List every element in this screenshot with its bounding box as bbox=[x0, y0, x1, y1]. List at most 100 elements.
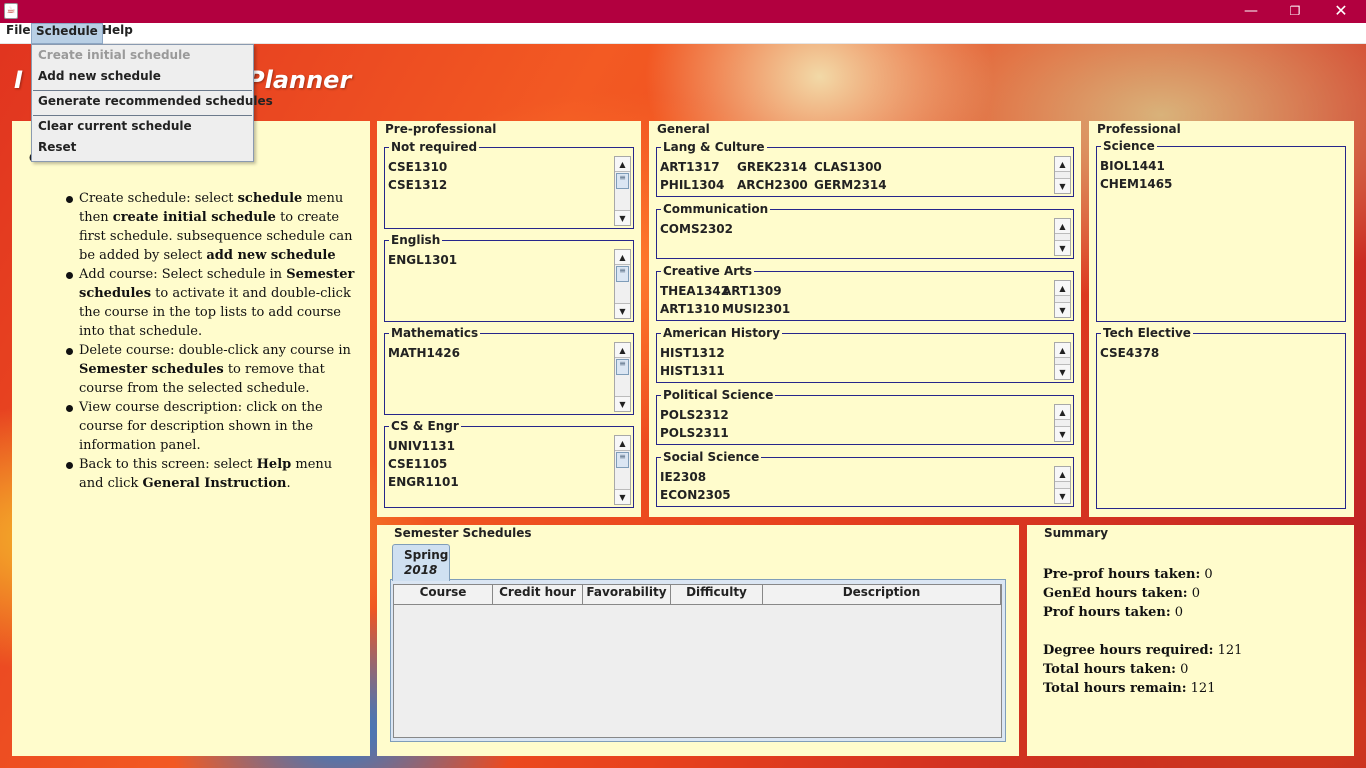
instruction-item: Back to this screen: select Help menu an… bbox=[66, 455, 356, 493]
vertical-scrollbar[interactable]: ▲ ▼ bbox=[1054, 280, 1071, 318]
prof-hours: Prof hours taken: 0 bbox=[1043, 605, 1184, 620]
scroll-thumb[interactable]: ≡ bbox=[616, 359, 629, 375]
scroll-down-icon[interactable]: ▼ bbox=[1055, 488, 1070, 503]
course-item[interactable]: ENGL1301 bbox=[388, 253, 457, 267]
vertical-scrollbar[interactable]: ▲ ▼ bbox=[1054, 156, 1071, 194]
cs-engr-group: CS & Engr UNIV1131 CSE1105 ENGR1101 ▲ ≡ … bbox=[384, 419, 634, 508]
course-item[interactable]: CLAS1300 bbox=[814, 160, 882, 174]
scroll-down-icon[interactable]: ▼ bbox=[1055, 364, 1070, 379]
scroll-up-icon[interactable]: ▲ bbox=[1055, 219, 1070, 234]
scroll-up-icon[interactable]: ▲ bbox=[615, 157, 630, 172]
menu-item-clear-current-schedule[interactable]: Clear current schedule bbox=[38, 119, 192, 139]
course-item[interactable]: GREK2314 bbox=[737, 160, 807, 174]
vertical-scrollbar[interactable]: ▲ ≡ ▼ bbox=[614, 249, 631, 319]
course-item[interactable]: PHIL1304 bbox=[660, 178, 724, 192]
minimize-button[interactable]: — bbox=[1228, 0, 1274, 23]
vertical-scrollbar[interactable]: ▲ ▼ bbox=[1054, 466, 1071, 504]
tech-elective-label: Tech Elective bbox=[1101, 326, 1193, 340]
menu-item-generate-recommended-schedules[interactable]: Generate recommended schedules bbox=[38, 94, 273, 114]
vertical-scrollbar[interactable]: ▲ ▼ bbox=[1054, 218, 1071, 256]
menu-item-reset[interactable]: Reset bbox=[38, 140, 76, 160]
scroll-down-icon[interactable]: ▼ bbox=[1055, 240, 1070, 255]
vertical-scrollbar[interactable]: ▲ ≡ ▼ bbox=[614, 156, 631, 226]
scroll-up-icon[interactable]: ▲ bbox=[1055, 281, 1070, 296]
maximize-button[interactable]: ❐ bbox=[1272, 0, 1318, 23]
social-science-label: Social Science bbox=[661, 450, 762, 464]
course-item[interactable]: IE2308 bbox=[660, 470, 706, 484]
instructions-list: Create schedule: select schedule menu th… bbox=[66, 189, 356, 493]
political-science-group: Political Science POLS2312 POLS2311 ▲ ▼ bbox=[656, 388, 1074, 445]
scroll-thumb[interactable]: ≡ bbox=[616, 266, 629, 282]
menu-item-add-new-schedule[interactable]: Add new schedule bbox=[38, 69, 161, 89]
window-title-bar: ☕ — ❐ ✕ bbox=[0, 0, 1366, 23]
banner-title-left: I bbox=[14, 66, 23, 94]
scroll-down-icon[interactable]: ▼ bbox=[615, 396, 630, 411]
scroll-up-icon[interactable]: ▲ bbox=[1055, 157, 1070, 172]
lang-culture-group: Lang & Culture ART1317 GREK2314 CLAS1300… bbox=[656, 140, 1074, 197]
schedule-table[interactable]: Course Credit hour Favorability Difficul… bbox=[393, 584, 1002, 738]
scroll-down-icon[interactable]: ▼ bbox=[1055, 426, 1070, 441]
course-item[interactable]: HIST1311 bbox=[660, 364, 725, 378]
menu-help[interactable]: Help bbox=[98, 23, 137, 44]
course-item[interactable]: HIST1312 bbox=[660, 346, 725, 360]
political-science-label: Political Science bbox=[661, 388, 776, 402]
social-science-group: Social Science IE2308 ECON2305 ▲ ▼ bbox=[656, 450, 1074, 507]
column-header-credit-hour[interactable]: Credit hour bbox=[493, 585, 583, 605]
not-required-group: Not required CSE1310 CSE1312 ▲ ≡ ▼ bbox=[384, 140, 634, 229]
vertical-scrollbar[interactable]: ▲ ≡ ▼ bbox=[614, 342, 631, 412]
course-item[interactable]: GERM2314 bbox=[814, 178, 887, 192]
scroll-down-icon[interactable]: ▼ bbox=[615, 210, 630, 225]
course-item[interactable]: CSE1105 bbox=[388, 457, 447, 471]
vertical-scrollbar[interactable]: ▲ ≡ ▼ bbox=[614, 435, 631, 505]
course-item[interactable]: ART1310 bbox=[660, 302, 720, 316]
course-item[interactable]: MATH1426 bbox=[388, 346, 460, 360]
mathematics-group: Mathematics MATH1426 ▲ ≡ ▼ bbox=[384, 326, 634, 415]
column-header-course[interactable]: Course bbox=[394, 585, 493, 605]
column-header-description[interactable]: Description bbox=[763, 585, 1001, 605]
menu-schedule[interactable]: Schedule bbox=[31, 23, 103, 44]
scroll-up-icon[interactable]: ▲ bbox=[1055, 405, 1070, 420]
column-header-difficulty[interactable]: Difficulty bbox=[671, 585, 763, 605]
course-item[interactable]: CSE1312 bbox=[388, 178, 447, 192]
scroll-up-icon[interactable]: ▲ bbox=[615, 250, 630, 265]
total-hours-remain: Total hours remain: 121 bbox=[1043, 681, 1216, 696]
course-item[interactable]: POLS2311 bbox=[660, 426, 729, 440]
close-button[interactable]: ✕ bbox=[1318, 0, 1364, 23]
course-item[interactable]: COMS2302 bbox=[660, 222, 733, 236]
scroll-up-icon[interactable]: ▲ bbox=[615, 343, 630, 358]
banner-title-right: Planner bbox=[247, 66, 352, 94]
course-item[interactable]: BIOL1441 bbox=[1100, 159, 1165, 173]
scroll-down-icon[interactable]: ▼ bbox=[1055, 302, 1070, 317]
course-item[interactable]: UNIV1131 bbox=[388, 439, 455, 453]
course-item[interactable]: CHEM1465 bbox=[1100, 177, 1172, 191]
mathematics-label: Mathematics bbox=[389, 326, 481, 340]
communication-label: Communication bbox=[661, 202, 771, 216]
american-history-label: American History bbox=[661, 326, 782, 340]
course-item[interactable]: ARCH2300 bbox=[737, 178, 808, 192]
course-item[interactable]: POLS2312 bbox=[660, 408, 729, 422]
menu-item-create-initial-schedule[interactable]: Create initial schedule bbox=[38, 48, 190, 68]
scroll-down-icon[interactable]: ▼ bbox=[615, 303, 630, 318]
course-item[interactable]: ENGR1101 bbox=[388, 475, 459, 489]
lang-culture-label: Lang & Culture bbox=[661, 140, 767, 154]
course-item[interactable]: MUSI2301 bbox=[722, 302, 790, 316]
course-item[interactable]: CSE1310 bbox=[388, 160, 447, 174]
tab-spring-2018[interactable]: Spring 2018 bbox=[392, 544, 450, 581]
course-item[interactable]: ART1317 bbox=[660, 160, 720, 174]
scroll-down-icon[interactable]: ▼ bbox=[1055, 178, 1070, 193]
scroll-up-icon[interactable]: ▲ bbox=[615, 436, 630, 451]
menu-file[interactable]: File bbox=[2, 23, 35, 44]
scroll-up-icon[interactable]: ▲ bbox=[1055, 467, 1070, 482]
vertical-scrollbar[interactable]: ▲ ▼ bbox=[1054, 404, 1071, 442]
course-item[interactable]: THEA1342 bbox=[660, 284, 729, 298]
vertical-scrollbar[interactable]: ▲ ▼ bbox=[1054, 342, 1071, 380]
course-item[interactable]: ECON2305 bbox=[660, 488, 731, 502]
course-item[interactable]: ART1309 bbox=[722, 284, 782, 298]
scroll-down-icon[interactable]: ▼ bbox=[615, 489, 630, 504]
scroll-thumb[interactable]: ≡ bbox=[616, 173, 629, 189]
scroll-thumb[interactable]: ≡ bbox=[616, 452, 629, 468]
scroll-up-icon[interactable]: ▲ bbox=[1055, 343, 1070, 358]
preprofessional-title: Pre-professional bbox=[385, 122, 497, 136]
course-item[interactable]: CSE4378 bbox=[1100, 346, 1159, 360]
column-header-favorability[interactable]: Favorability bbox=[583, 585, 671, 605]
